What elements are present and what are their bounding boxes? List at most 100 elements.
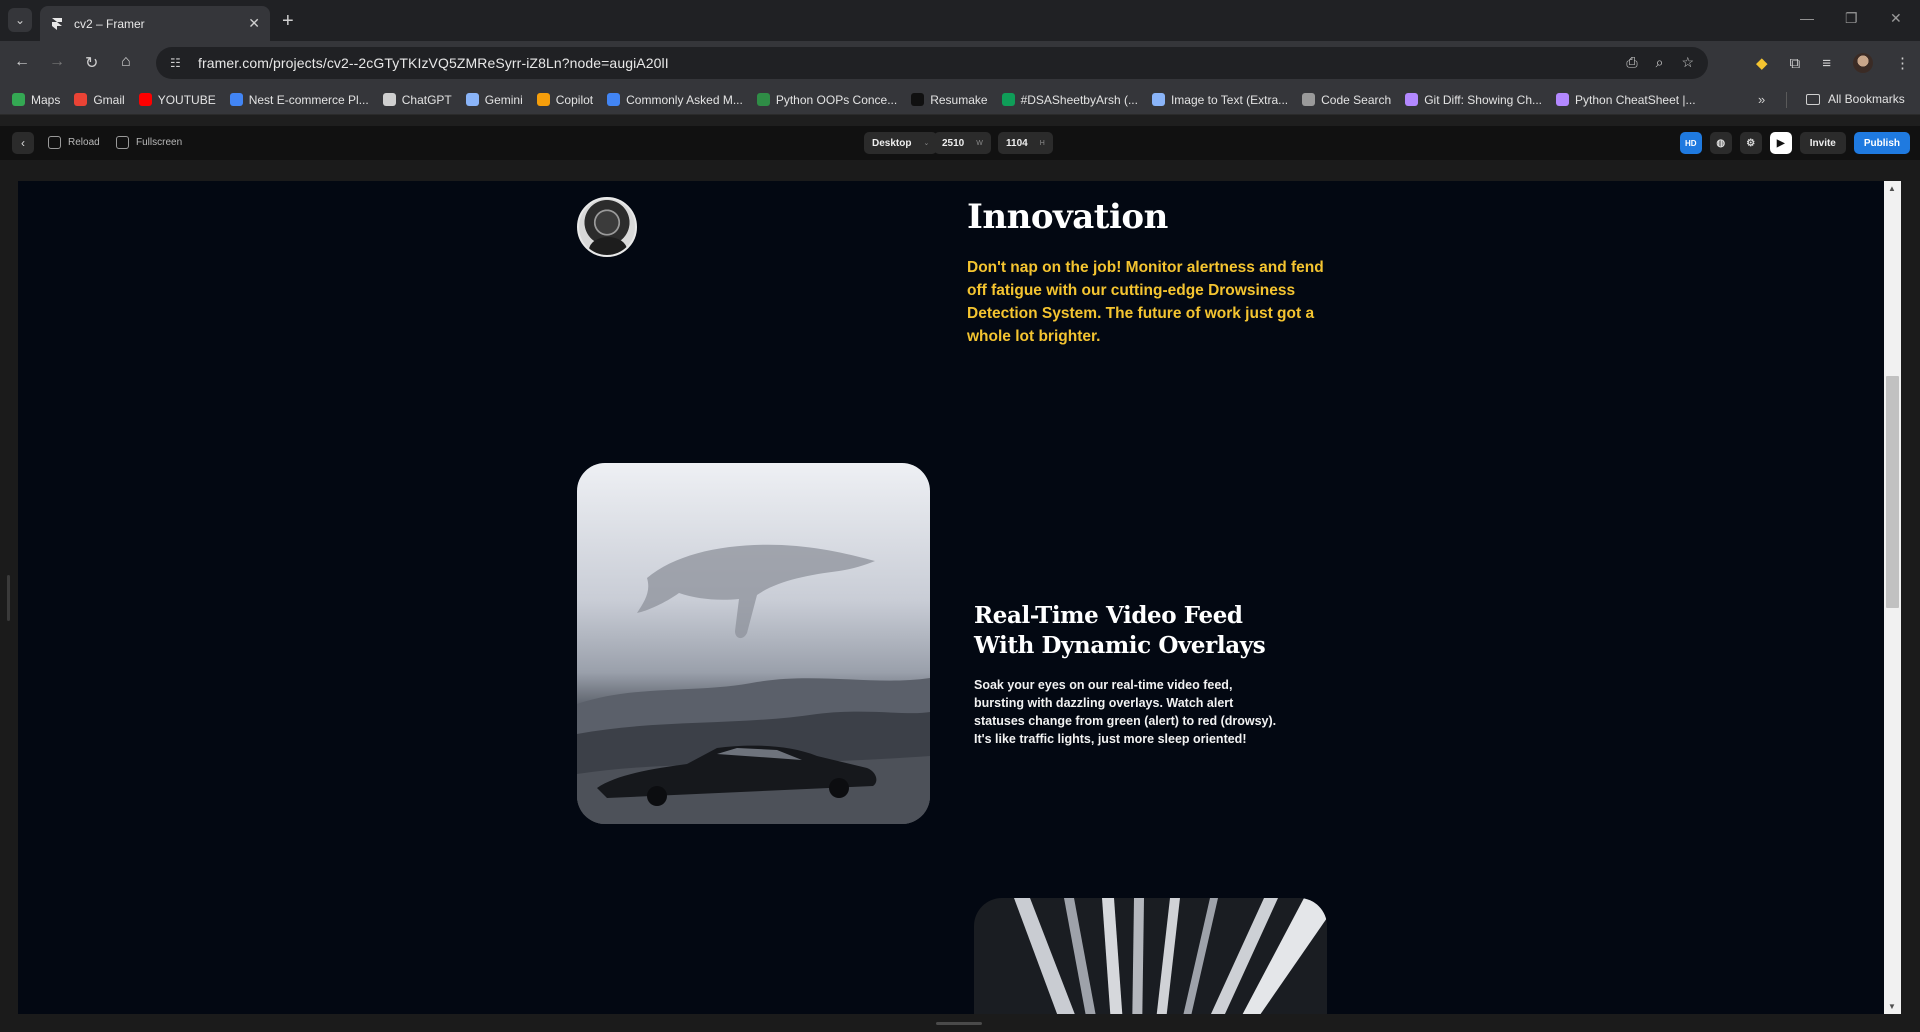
reload-button[interactable]: Reload — [48, 136, 100, 149]
new-tab-button[interactable]: + — [282, 10, 294, 33]
chevron-down-icon: ⌄ — [923, 140, 930, 147]
bookmark-favicon-icon — [12, 93, 25, 106]
bookmark-label: Code Search — [1321, 92, 1392, 107]
bookmark-item[interactable]: Python CheatSheet |... — [1556, 93, 1696, 107]
whale-silhouette — [637, 544, 875, 639]
bookmark-item[interactable]: Gemini — [465, 92, 523, 107]
bookmark-favicon-icon — [756, 93, 770, 106]
bookmark-item[interactable]: Maps — [12, 93, 60, 107]
bookmark-favicon-icon — [382, 93, 396, 106]
fullscreen-label: Fullscreen — [136, 137, 183, 148]
fullscreen-button[interactable]: Fullscreen — [116, 136, 182, 149]
bookmark-item[interactable]: YOUTUBE — [138, 93, 216, 107]
bottom-resize-handle[interactable] — [936, 1022, 982, 1025]
chevron-down-icon: ⌄ — [14, 13, 26, 27]
invite-button[interactable]: Invite — [1799, 132, 1846, 154]
height-unit: H — [1039, 139, 1045, 147]
reload-icon[interactable]: ↻ — [85, 53, 98, 73]
close-tab-icon[interactable]: ✕ — [248, 15, 260, 32]
tab-title: cv2 – Framer — [74, 16, 145, 31]
device-label: Desktop — [872, 137, 912, 149]
bookmark-label: Gemini — [484, 92, 523, 107]
bookmark-favicon-icon — [74, 93, 88, 106]
install-app-icon[interactable]: ⎙ — [1626, 54, 1637, 71]
reload-label: Reload — [68, 137, 100, 148]
more-bookmarks-icon[interactable]: » — [1758, 92, 1765, 107]
scroll-up-arrow-icon[interactable]: ▲ — [1888, 184, 1896, 193]
settings-gear-icon[interactable]: ⚙ — [1739, 132, 1762, 154]
hd-toggle[interactable]: HD — [1679, 132, 1702, 154]
device-select[interactable]: Desktop ⌄ — [864, 132, 938, 154]
back-arrow-icon[interactable]: ← — [14, 53, 30, 71]
zoom-icon[interactable]: ⌕ — [1656, 54, 1664, 71]
extension-icon[interactable]: ◆ — [1756, 54, 1768, 72]
bookmark-item[interactable]: #DSASheetbyArsh (... — [1001, 93, 1138, 107]
forward-arrow-icon[interactable]: → — [49, 53, 65, 71]
height-value: 1104 — [1006, 137, 1028, 149]
bookmark-label: ChatGPT — [401, 92, 452, 107]
bookmark-label: Python CheatSheet |... — [1575, 92, 1696, 107]
play-icon[interactable]: ▶ — [1769, 132, 1792, 154]
bookmark-favicon-icon — [229, 93, 243, 106]
bookmark-item[interactable]: Gmail — [74, 92, 125, 107]
bookmark-item[interactable]: Code Search — [1302, 93, 1391, 107]
address-bar-actions: ⎙ ⌕ ☆ — [1626, 54, 1694, 71]
bookmark-favicon-icon — [911, 93, 925, 106]
bookmark-label: Nest E-commerce Pl... — [248, 92, 369, 107]
all-bookmarks-button[interactable]: All Bookmarks — [1806, 92, 1905, 106]
folder-icon — [1806, 93, 1820, 105]
video-feed-description: Soak your eyes on our real-time video fe… — [974, 678, 1277, 746]
width-value: 2510 — [942, 137, 965, 149]
preview-scrollbar[interactable]: ▲ ▼ — [1884, 181, 1901, 1014]
bookmark-label: Resumake — [930, 92, 988, 107]
profile-photo — [577, 197, 637, 257]
bookmark-item[interactable]: Resumake — [911, 92, 988, 107]
light-streaks-image — [974, 898, 1327, 1014]
bookmark-item[interactable]: Commonly Asked M... — [607, 93, 743, 107]
navigation-bar: ← → ↻ ⌂ ☷ framer.com/projects/cv2--2cGTy… — [0, 41, 1920, 85]
bookmark-label: Maps — [31, 92, 61, 107]
site-preview[interactable]: Innovation Don't nap on the job! Monitor… — [18, 181, 1884, 1014]
scroll-down-arrow-icon[interactable]: ▼ — [1888, 1002, 1896, 1011]
light-streaks-graphic — [1014, 898, 1327, 1014]
bookmark-item[interactable]: Python OOPs Conce... — [756, 93, 897, 107]
media-control-icon[interactable]: ≡ — [1822, 55, 1831, 72]
close-window-icon[interactable]: ✕ — [1890, 10, 1902, 27]
bookmark-label: Image to Text (Extra... — [1170, 92, 1289, 107]
bookmark-favicon-icon — [1302, 93, 1316, 106]
bookmark-label: Commonly Asked M... — [626, 92, 743, 107]
width-unit: W — [976, 139, 983, 147]
scrollbar-thumb[interactable] — [1886, 376, 1899, 608]
back-button[interactable]: ‹ — [12, 132, 34, 154]
all-bookmarks-label: All Bookmarks — [1828, 92, 1905, 106]
hills-and-car — [577, 678, 930, 824]
home-icon[interactable]: ⌂ — [121, 53, 131, 71]
bookmark-item[interactable]: Image to Text (Extra... — [1151, 92, 1289, 107]
site-info-icon[interactable]: ☷ — [170, 56, 184, 70]
video-feed-heading: Real-Time Video Feed With Dynamic Overla… — [974, 602, 1266, 659]
tab-search-button[interactable]: ⌄ — [8, 8, 32, 32]
restore-icon[interactable]: ❐ — [1845, 10, 1858, 27]
extensions-puzzle-icon[interactable]: ⧉ — [1790, 55, 1801, 72]
bookmark-label: Gmail — [93, 92, 125, 107]
profile-avatar[interactable] — [1853, 53, 1873, 73]
minimize-icon[interactable]: — — [1800, 10, 1814, 26]
left-resize-handle[interactable] — [7, 575, 10, 621]
whale-car-image — [577, 463, 930, 824]
url-text: framer.com/projects/cv2--2cGTyTKIzVQ5ZMR… — [198, 55, 669, 71]
framer-logo-icon — [52, 17, 62, 30]
width-input[interactable]: 2510 W — [934, 132, 991, 154]
menu-kebab-icon[interactable]: ⋮ — [1895, 54, 1910, 72]
preview-area: Innovation Don't nap on the job! Monitor… — [0, 160, 1920, 1032]
active-tab[interactable]: cv2 – Framer ✕ — [40, 6, 270, 41]
publish-button[interactable]: Publish — [1853, 132, 1910, 154]
height-input[interactable]: 1104 H — [998, 132, 1053, 154]
bookmark-star-icon[interactable]: ☆ — [1681, 54, 1694, 71]
bookmark-item[interactable]: Nest E-commerce Pl... — [229, 92, 369, 107]
globe-icon[interactable]: ◍ — [1709, 132, 1732, 154]
bookmark-item[interactable]: ChatGPT — [382, 92, 452, 107]
reload-icon — [48, 136, 61, 149]
bookmark-item[interactable]: Git Diff: Showing Ch... — [1405, 93, 1542, 107]
bookmark-item[interactable]: Copilot — [536, 93, 593, 107]
address-bar[interactable]: ☷ framer.com/projects/cv2--2cGTyTKIzVQ5Z… — [156, 47, 1708, 79]
